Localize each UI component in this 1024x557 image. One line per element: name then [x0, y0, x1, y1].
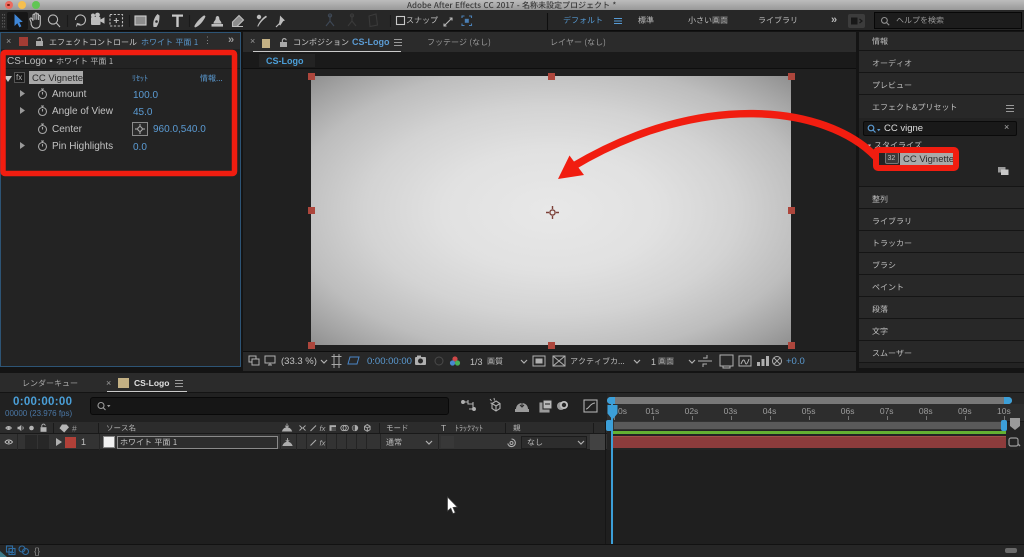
svg-text:fx: fx: [320, 424, 326, 433]
svg-text:#: #: [72, 424, 77, 434]
svg-text:fx: fx: [320, 439, 326, 448]
svg-text:{}: {}: [34, 546, 40, 556]
